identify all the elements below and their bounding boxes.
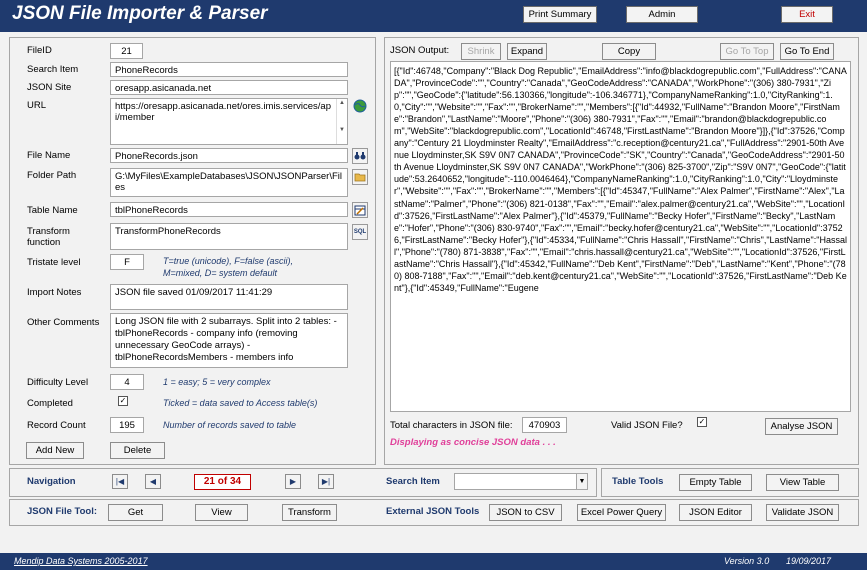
record-count-label: Record Count bbox=[27, 420, 86, 431]
completed-checkbox[interactable]: ✓ bbox=[118, 396, 128, 406]
tristate-note-line1: T=true (unicode), F=false (ascii), bbox=[163, 256, 294, 266]
json-file-tool-label: JSON File Tool: bbox=[27, 506, 98, 517]
json-site-label: JSON Site bbox=[27, 82, 72, 93]
copy-button[interactable]: Copy bbox=[602, 43, 656, 60]
url-scrollbar[interactable]: ▲ ▼ bbox=[336, 99, 347, 144]
record-count-note: Number of records saved to table bbox=[163, 420, 297, 430]
go-to-end-button[interactable]: Go To End bbox=[780, 43, 834, 60]
difficulty-note: 1 = easy; 5 = very complex bbox=[163, 377, 271, 387]
go-to-top-button[interactable]: Go To Top bbox=[720, 43, 774, 60]
table-tools-label: Table Tools bbox=[612, 476, 664, 487]
transform-function-field[interactable]: TransformPhoneRecords bbox=[110, 223, 348, 250]
search-item-field[interactable]: PhoneRecords bbox=[110, 62, 348, 77]
footer-company: Mendip Data Systems 2005-2017 bbox=[14, 556, 148, 566]
table-name-label: Table Name bbox=[27, 205, 78, 216]
tristate-note-line2: M=mixed, D= system default bbox=[163, 268, 278, 278]
analyse-json-button[interactable]: Analyse JSON bbox=[765, 418, 838, 435]
exit-button[interactable]: Exit bbox=[781, 6, 833, 23]
valid-json-checkbox[interactable]: ✓ bbox=[697, 417, 707, 427]
file-name-label: File Name bbox=[27, 150, 71, 161]
json-status-text: Displaying as concise JSON data . . . bbox=[390, 437, 556, 448]
record-position: 21 of 34 bbox=[194, 474, 251, 490]
navigation-label: Navigation bbox=[27, 476, 76, 487]
expand-button[interactable]: Expand bbox=[507, 43, 547, 60]
app-title: JSON File Importer & Parser bbox=[12, 3, 268, 24]
valid-json-label: Valid JSON File? bbox=[611, 420, 683, 431]
json-editor-button[interactable]: JSON Editor bbox=[679, 504, 752, 521]
other-comments-field[interactable]: Long JSON file with 2 subarrays. Split i… bbox=[110, 313, 348, 368]
file-name-field[interactable]: PhoneRecords.json bbox=[110, 148, 348, 163]
excel-power-query-button[interactable]: Excel Power Query bbox=[577, 504, 666, 521]
url-field[interactable]: https://oresapp.asicanada.net/ores.imis.… bbox=[110, 98, 348, 145]
delete-button[interactable]: Delete bbox=[110, 442, 165, 459]
transform-button[interactable]: Transform bbox=[282, 504, 337, 521]
nav-search-item-label: Search Item bbox=[386, 476, 440, 487]
table-name-field[interactable]: tblPhoneRecords bbox=[110, 202, 348, 217]
url-label: URL bbox=[27, 100, 47, 111]
import-notes-label: Import Notes bbox=[27, 287, 82, 298]
next-record-icon[interactable]: ▶ bbox=[285, 474, 301, 489]
difficulty-label: Difficulty Level bbox=[27, 377, 89, 388]
json-site-field[interactable]: oresapp.asicanada.net bbox=[110, 80, 348, 95]
folder-icon[interactable] bbox=[352, 169, 368, 185]
tristate-field[interactable]: F bbox=[110, 254, 144, 270]
chevron-down-icon[interactable]: ▼ bbox=[576, 474, 587, 489]
json-output-label: JSON Output: bbox=[390, 45, 450, 56]
other-comments-label: Other Comments bbox=[27, 317, 100, 328]
completed-label: Completed bbox=[27, 398, 73, 409]
table-edit-icon[interactable] bbox=[352, 202, 368, 218]
total-chars-label: Total characters in JSON file: bbox=[390, 420, 513, 431]
first-record-icon[interactable]: |◀ bbox=[112, 474, 128, 489]
last-record-icon[interactable]: ▶| bbox=[318, 474, 334, 489]
view-button[interactable]: View bbox=[195, 504, 248, 521]
import-notes-field[interactable]: JSON file saved 01/09/2017 11:41:29 bbox=[110, 284, 348, 310]
json-to-csv-button[interactable]: JSON to CSV bbox=[489, 504, 562, 521]
globe-icon[interactable] bbox=[352, 98, 368, 114]
fileid-field[interactable]: 21 bbox=[110, 43, 143, 59]
completed-note: Ticked = data saved to Access table(s) bbox=[163, 398, 318, 408]
get-button[interactable]: Get bbox=[108, 504, 163, 521]
record-count-field[interactable]: 195 bbox=[110, 417, 144, 433]
folder-path-field[interactable]: G:\MyFiles\ExampleDatabases\JSON\JSONPar… bbox=[110, 168, 348, 197]
nav-search-item-combo[interactable] bbox=[454, 473, 588, 490]
folder-path-label: Folder Path bbox=[27, 170, 77, 181]
external-json-tools-label: External JSON Tools bbox=[386, 506, 480, 517]
view-table-button[interactable]: View Table bbox=[766, 474, 839, 491]
empty-table-button[interactable]: Empty Table bbox=[679, 474, 752, 491]
fileid-label: FileID bbox=[27, 45, 52, 56]
add-new-button[interactable]: Add New bbox=[26, 442, 84, 459]
transform-label-line2: function bbox=[27, 237, 61, 248]
previous-record-icon[interactable]: ◀ bbox=[145, 474, 161, 489]
print-summary-button[interactable]: Print Summary bbox=[523, 6, 597, 23]
sql-icon[interactable]: SQL bbox=[352, 224, 368, 240]
footer-version: Version 3.0 bbox=[724, 556, 770, 566]
total-chars-field: 470903 bbox=[522, 417, 567, 433]
difficulty-field[interactable]: 4 bbox=[110, 374, 144, 390]
shrink-button[interactable]: Shrink bbox=[461, 43, 501, 60]
footer-date: 19/09/2017 bbox=[786, 556, 832, 566]
search-item-label: Search Item bbox=[27, 64, 79, 75]
admin-button[interactable]: Admin bbox=[626, 6, 698, 23]
transform-label-line1: Transform bbox=[27, 226, 70, 237]
validate-json-button[interactable]: Validate JSON bbox=[766, 504, 839, 521]
json-output-text[interactable]: [{"Id":46748,"Company":"Black Dog Republ… bbox=[390, 61, 851, 412]
tristate-label: Tristate level bbox=[27, 257, 81, 268]
binoculars-icon[interactable] bbox=[352, 148, 368, 164]
